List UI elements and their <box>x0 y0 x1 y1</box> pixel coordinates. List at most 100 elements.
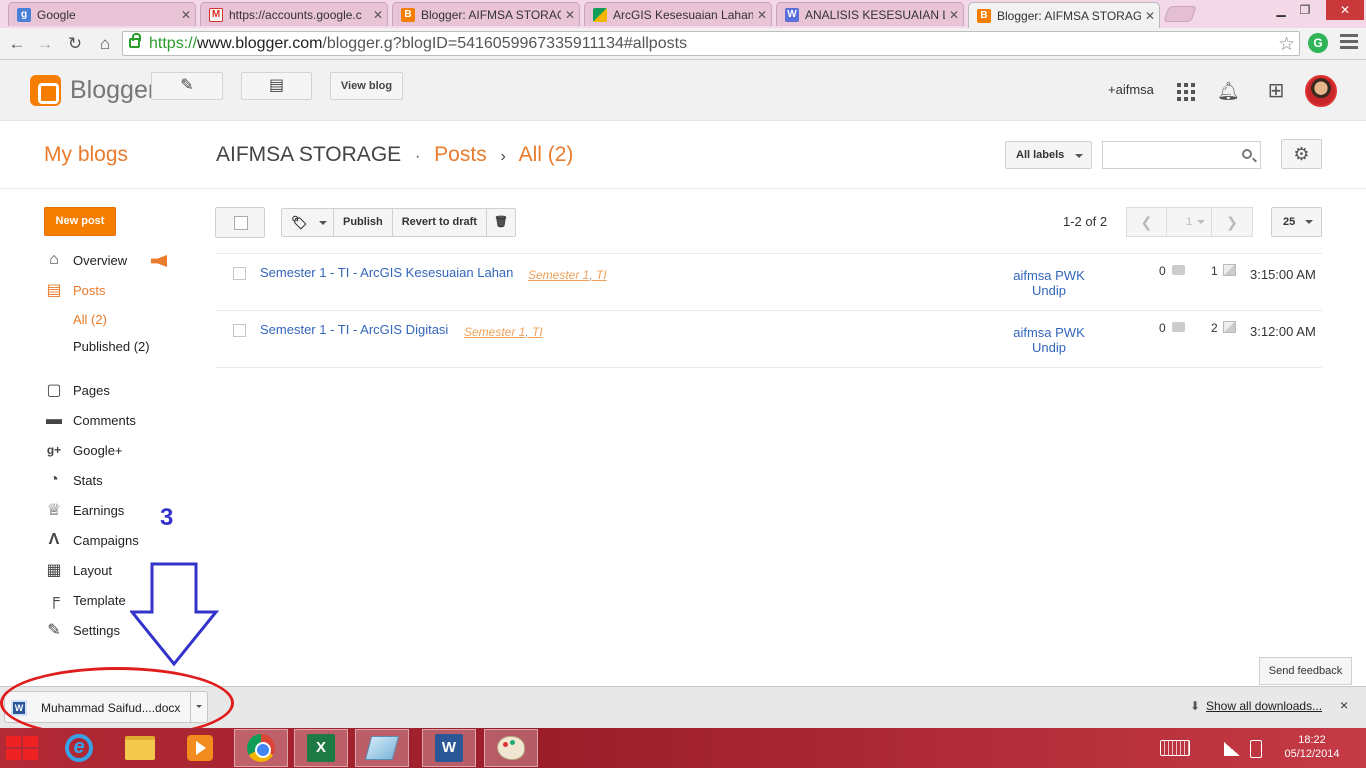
label-tag-button[interactable]: 🏷︎ <box>282 209 334 236</box>
next-page-icon[interactable]: ❯ <box>1212 208 1252 236</box>
keyboard-icon[interactable] <box>1160 740 1190 756</box>
taskbar-paint[interactable] <box>484 729 538 767</box>
download-file-name: Muhammad Saifud....docx <box>41 701 181 715</box>
post-title-link[interactable]: Semester 1 - TI - ArcGIS Kesesuaian Laha… <box>260 265 513 280</box>
download-item[interactable]: W Muhammad Saifud....docx <box>4 691 208 723</box>
post-author[interactable]: aifmsa PWK Undip <box>1013 268 1085 298</box>
label-link[interactable]: Semester 1 <box>464 325 525 339</box>
settings-gear-button[interactable]: ⚙ <box>1281 139 1322 169</box>
megaphone-icon[interactable] <box>151 255 167 267</box>
breadcrumb-blog-name[interactable]: AIFMSA STORAGE <box>216 143 401 166</box>
revert-to-draft-button[interactable]: Revert to draft <box>393 209 487 236</box>
avatar[interactable] <box>1305 75 1337 107</box>
tab-close-icon[interactable]: ✕ <box>753 8 771 22</box>
search-icon[interactable] <box>1242 149 1252 159</box>
close-shelf-icon[interactable]: × <box>1340 697 1348 713</box>
back-arrow-icon[interactable]: ← <box>6 33 28 55</box>
page-number: 1 <box>1185 216 1193 228</box>
reload-icon[interactable]: ↻ <box>64 33 86 55</box>
window-close-icon[interactable]: ✕ <box>1326 0 1364 20</box>
sidebar-subitem-published[interactable]: Published (2) <box>73 339 150 354</box>
chrome-menu-icon[interactable] <box>1340 34 1358 52</box>
brand-name[interactable]: Blogger <box>70 76 156 105</box>
system-clock[interactable]: 18:22 05/12/2014 <box>1282 733 1342 761</box>
apps-grid-icon[interactable] <box>1177 83 1195 101</box>
sidebar-item-campaigns[interactable]: Λ Campaigns <box>44 529 139 551</box>
taskbar-media-player[interactable] <box>173 729 227 767</box>
sidebar-item-settings[interactable]: ✎ Settings <box>44 619 120 641</box>
blogger-logo-icon[interactable] <box>30 75 61 106</box>
labels-dropdown[interactable]: All labels <box>1005 141 1092 169</box>
tab-close-icon[interactable]: ✕ <box>561 8 579 22</box>
sidebar-item-pages[interactable]: ▢ Pages <box>44 379 109 401</box>
post-author[interactable]: aifmsa PWK Undip <box>1013 325 1085 355</box>
tab-close-icon[interactable]: ✕ <box>945 8 963 22</box>
share-plus-icon[interactable]: ⊞ <box>1265 80 1287 102</box>
sidebar-subitem-all[interactable]: All (2) <box>73 312 107 327</box>
sidebar-item-comments[interactable]: ▬ Comments <box>44 409 136 431</box>
url-path: /blogger.g?blogID=5416059967335911134#al… <box>322 35 688 52</box>
new-post-button[interactable]: New post <box>44 207 116 236</box>
new-tab-button[interactable] <box>1163 6 1197 22</box>
publish-button[interactable]: Publish <box>334 209 393 236</box>
taskbar-file-explorer[interactable] <box>113 729 167 767</box>
sidebar-item-template[interactable]: ╒ Template <box>44 589 125 611</box>
taskbar-internet-explorer[interactable]: e <box>52 729 106 767</box>
browser-tab-blogger-active[interactable]: B Blogger: AIFMSA STORAG ✕ <box>968 2 1160 28</box>
select-all-checkbox[interactable] <box>215 207 265 238</box>
blogger-header: Blogger ✎ ▤ View blog +aifmsa 🔔︎ ⊞ <box>0 60 1366 121</box>
my-blogs-link[interactable]: My blogs <box>44 143 128 167</box>
delete-trash-icon[interactable]: 🗑︎ <box>487 209 515 236</box>
home-icon[interactable]: ⌂ <box>94 33 116 55</box>
address-bar[interactable]: https://www.blogger.com/blogger.g?blogID… <box>122 31 1300 56</box>
sidebar-item-earnings[interactable]: ♕ Earnings <box>44 499 124 521</box>
breadcrumb-posts[interactable]: Posts <box>434 143 487 166</box>
view-blog-button[interactable]: View blog <box>330 72 403 100</box>
tab-close-icon[interactable]: ✕ <box>177 8 195 22</box>
breadcrumb-dot: · <box>415 148 421 165</box>
network-signal-icon[interactable] <box>1224 742 1240 756</box>
taskbar-notes[interactable] <box>355 729 409 767</box>
download-options-chevron-icon[interactable] <box>190 692 207 722</box>
start-button-icon[interactable] <box>6 736 38 760</box>
per-page-select[interactable]: 25 <box>1271 207 1322 237</box>
post-title-link[interactable]: Semester 1 - TI - ArcGIS Digitasi <box>260 322 448 337</box>
tab-close-icon[interactable]: ✕ <box>369 8 387 22</box>
taskbar-chrome[interactable] <box>234 729 288 767</box>
battery-icon[interactable] <box>1250 740 1262 758</box>
label-link[interactable]: Semester 1 <box>528 268 589 282</box>
show-all-downloads-link[interactable]: ⬇ Show all downloads... <box>1190 699 1322 713</box>
sidebar-item-google-plus[interactable]: g+ Google+ <box>44 439 123 461</box>
sidebar-item-stats[interactable]: ◔ Stats <box>44 469 102 491</box>
browser-tab-arcgis[interactable]: ArcGIS Kesesuaian Lahan ✕ <box>584 2 772 26</box>
sidebar-item-layout[interactable]: ▦ Layout <box>44 559 112 581</box>
restore-icon[interactable]: ❐ <box>1290 0 1320 20</box>
post-time: 3:15:00 AM <box>1250 267 1316 282</box>
browser-tab-google[interactable]: g Google ✕ <box>8 2 196 26</box>
sidebar-item-overview[interactable]: ⌂ Overview <box>44 249 127 271</box>
taskbar-excel[interactable]: X <box>294 729 348 767</box>
sidebar-item-posts[interactable]: ▤ Posts <box>44 279 105 301</box>
new-post-pencil-button[interactable]: ✎ <box>151 72 223 100</box>
send-feedback-button[interactable]: Send feedback <box>1259 657 1352 685</box>
post-checkbox[interactable] <box>233 324 246 337</box>
pages-icon: ▢ <box>46 382 62 399</box>
notifications-bell-icon[interactable]: 🔔︎ <box>1217 80 1240 102</box>
user-profile-link[interactable]: +aifmsa <box>1108 82 1154 97</box>
browser-tab-blogger-1[interactable]: B Blogger: AIFMSA STORAG ✕ <box>392 2 580 26</box>
posts-list-button[interactable]: ▤ <box>241 72 312 100</box>
browser-tab-analisis[interactable]: W ANALISIS KESESUAIAN LA ✕ <box>776 2 964 26</box>
tab-close-icon[interactable]: ✕ <box>1141 9 1159 23</box>
bookmark-star-icon[interactable]: ☆ <box>1278 33 1295 56</box>
post-checkbox[interactable] <box>233 267 246 280</box>
label-link[interactable]: TI <box>532 325 543 339</box>
extension-icon[interactable]: G <box>1308 33 1328 53</box>
page-select[interactable]: 1 <box>1167 208 1212 236</box>
taskbar-word[interactable]: W <box>422 729 476 767</box>
blogger-icon: B <box>401 7 415 22</box>
search-input[interactable] <box>1102 141 1261 169</box>
prev-page-icon[interactable]: ❮ <box>1127 208 1167 236</box>
forward-arrow-icon[interactable]: → <box>34 33 56 55</box>
label-link[interactable]: TI <box>596 268 607 282</box>
browser-tab-accounts[interactable]: M https://accounts.google.c ✕ <box>200 2 388 26</box>
